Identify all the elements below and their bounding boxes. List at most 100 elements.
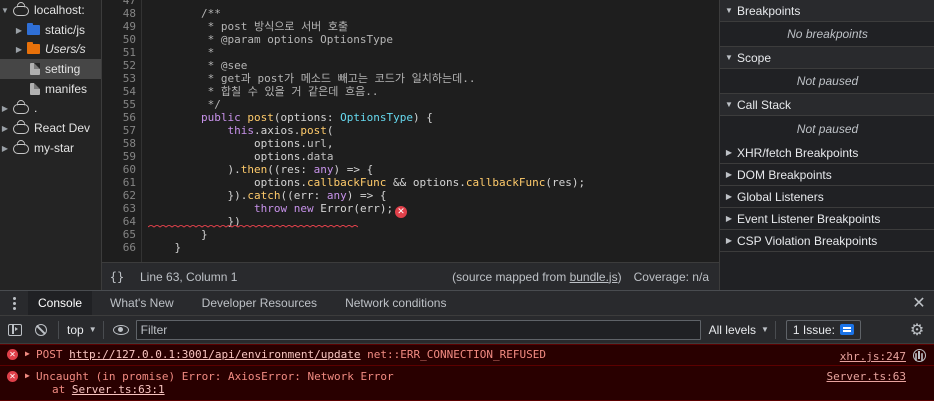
tree-item-static-js[interactable]: ▶ static/js (0, 20, 101, 40)
tab-developer-resources[interactable]: Developer Resources (192, 291, 327, 315)
filter-box[interactable] (135, 319, 701, 340)
log-levels-dropdown[interactable]: All levels ▼ (709, 323, 769, 337)
line-number[interactable]: 47 (102, 0, 136, 7)
log-levels-label: All levels (708, 322, 756, 337)
line-number[interactable]: 48 (102, 7, 136, 20)
section-title: DOM Breakpoints (737, 167, 832, 182)
cloud-icon (13, 144, 29, 154)
cursor-position: Line 63, Column 1 (140, 269, 238, 284)
section-scope[interactable]: ▼ Scope (720, 47, 934, 69)
console-error-message[interactable]: ✕ ▶ Uncaught (in promise) Error: AxiosEr… (0, 366, 934, 401)
filter-input[interactable] (140, 322, 700, 337)
context-selector[interactable]: top ▼ (67, 323, 97, 337)
request-url-link[interactable]: http://127.0.0.1:3001/api/environment/up… (69, 348, 360, 361)
tree-item-label: React Dev (34, 121, 91, 135)
line-number[interactable]: 61 (102, 176, 136, 189)
cloud-icon (13, 124, 29, 134)
line-number[interactable]: 52 (102, 59, 136, 72)
tab-network-conditions[interactable]: Network conditions (335, 291, 456, 315)
error-icon: ✕ (7, 371, 18, 382)
line-number[interactable]: 60 (102, 163, 136, 176)
section-event-listener-breakpoints[interactable]: ▶ Event Listener Breakpoints (720, 208, 934, 230)
line-number[interactable]: 55 (102, 98, 136, 111)
line-number[interactable]: 49 (102, 20, 136, 33)
line-number[interactable]: 63 (102, 202, 136, 215)
line-number-gutter[interactable]: 47 48 49 50 51 52 53 54 55 56 57 58 59 60 61 62 63 64 65 66 (102, 0, 142, 262)
source-map-prefix: (source mapped from (452, 269, 570, 284)
more-tabs-menu-icon[interactable] (0, 291, 28, 315)
section-dom-breakpoints[interactable]: ▶ DOM Breakpoints (720, 164, 934, 186)
line-number[interactable]: 59 (102, 150, 136, 163)
line-number[interactable]: 54 (102, 85, 136, 98)
line-number[interactable]: 57 (102, 124, 136, 137)
tab-whats-new[interactable]: What's New (100, 291, 184, 315)
expand-arrow-icon[interactable]: ▶ (25, 371, 30, 380)
source-link[interactable]: Server.ts:63 (827, 370, 906, 383)
context-label: top (67, 322, 84, 337)
code-line: throw new Error(err); ✕ (148, 202, 408, 218)
code-line: ).then((res: any) => { (148, 163, 374, 176)
toolbar-divider (102, 320, 104, 339)
collapsed-arrow-icon[interactable]: ▶ (14, 45, 24, 54)
line-number[interactable]: 56 (102, 111, 136, 124)
collapsed-arrow-icon[interactable]: ▶ (0, 104, 10, 113)
collapsed-arrow-icon[interactable]: ▶ (14, 26, 24, 35)
line-number[interactable]: 62 (102, 189, 136, 202)
line-number[interactable]: 66 (102, 241, 136, 254)
settings-gear-icon[interactable]: ⚙ (906, 320, 928, 340)
line-number[interactable]: 53 (102, 72, 136, 85)
expand-arrow-icon[interactable]: ▶ (25, 349, 30, 358)
source-link[interactable]: xhr.js:247 (840, 350, 906, 363)
line-number[interactable]: 58 (102, 137, 136, 150)
cloud-icon (13, 6, 29, 16)
collapsed-arrow-icon[interactable]: ▶ (0, 144, 10, 153)
stack-frame-prefix: at (52, 383, 72, 396)
console-error-message[interactable]: ✕ ▶ POST http://127.0.0.1:3001/api/envir… (0, 344, 934, 366)
clear-console-button[interactable] (30, 319, 52, 341)
pretty-print-button[interactable]: {} (102, 270, 132, 284)
tree-item-users[interactable]: ▶ Users/s (0, 39, 101, 59)
inline-error-icon[interactable]: ✕ (395, 206, 408, 218)
live-expression-button[interactable] (110, 319, 132, 341)
tree-item-dot[interactable]: ▶ . (0, 98, 101, 118)
line-number[interactable]: 50 (102, 33, 136, 46)
toggle-sidebar-button[interactable] (4, 319, 26, 341)
line-number[interactable]: 65 (102, 228, 136, 241)
tree-item-localhost[interactable]: ▼ localhost: (0, 0, 101, 20)
source-map-link[interactable]: bundle.js (570, 270, 618, 284)
tree-item-manifest-file[interactable]: manifes (0, 79, 101, 99)
cloud-icon (13, 104, 29, 114)
tree-item-my-star[interactable]: ▶ my-star (0, 138, 101, 158)
expanded-arrow-icon: ▼ (725, 53, 733, 62)
section-title: Breakpoints (737, 3, 801, 18)
section-xhr-fetch-breakpoints[interactable]: ▶ XHR/fetch Breakpoints (720, 142, 934, 164)
line-number[interactable]: 51 (102, 46, 136, 59)
tab-console[interactable]: Console (28, 291, 93, 315)
collapsed-arrow-icon[interactable]: ▶ (0, 124, 10, 133)
issues-button[interactable]: 1 Issue: (785, 319, 861, 340)
expanded-arrow-icon[interactable]: ▼ (0, 6, 10, 15)
folder-icon (27, 42, 40, 54)
section-breakpoints[interactable]: ▼ Breakpoints (720, 0, 934, 22)
collapsed-arrow-icon: ▶ (725, 170, 733, 179)
line-number[interactable]: 64 (102, 215, 136, 228)
section-global-listeners[interactable]: ▶ Global Listeners (720, 186, 934, 208)
scope-empty: Not paused (720, 69, 934, 94)
section-csp-violation-breakpoints[interactable]: ▶ CSP Violation Breakpoints (720, 230, 934, 252)
collapsed-arrow-icon: ▶ (725, 148, 733, 157)
code-line: * @param options OptionsType (148, 33, 394, 46)
issue-icon (839, 324, 854, 335)
code-editor[interactable]: 47 48 49 50 51 52 53 54 55 56 57 58 59 60 61 62 63 64 65 66… (102, 0, 719, 262)
close-drawer-icon[interactable]: ✕ (904, 291, 934, 315)
section-call-stack[interactable]: ▼ Call Stack (720, 94, 934, 116)
code-line: /** (148, 7, 221, 20)
tree-item-react-dev[interactable]: ▶ React Dev (0, 118, 101, 138)
drawer-tab-bar: Console What's New Developer Resources N… (0, 290, 934, 316)
tree-item-setting-file[interactable]: setting (0, 59, 101, 79)
tree-item-label: setting (45, 62, 81, 76)
code-line: options.url, (148, 137, 334, 150)
stack-frame-link[interactable]: Server.ts:63:1 (72, 383, 165, 396)
network-request-icon[interactable] (913, 349, 926, 362)
coverage-info: Coverage: n/a (633, 269, 709, 284)
section-title: CSP Violation Breakpoints (737, 233, 878, 248)
